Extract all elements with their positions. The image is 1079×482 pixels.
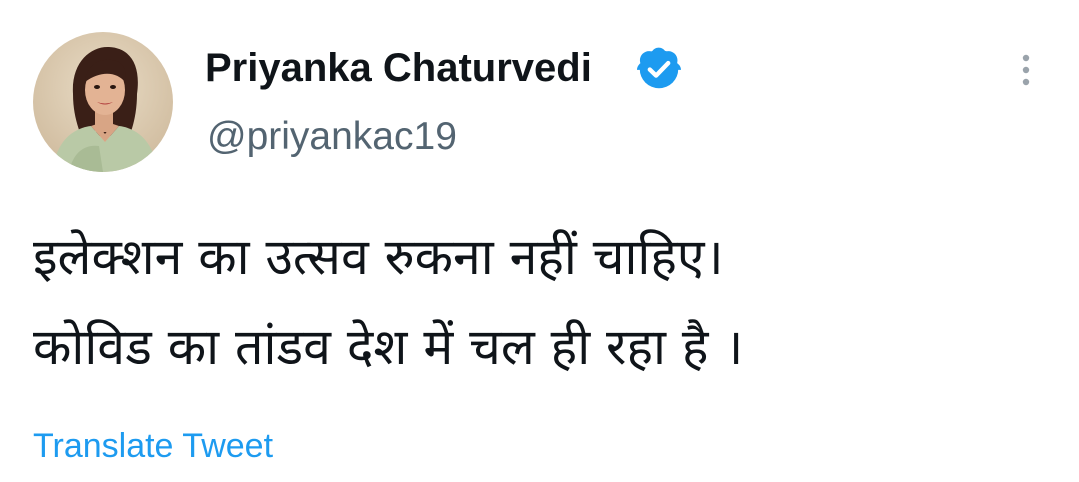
more-vertical-icon	[1022, 54, 1030, 86]
author-handle[interactable]: @priyankac19	[207, 114, 457, 160]
tweet-text-line: इलेक्शन का उत्सव रुकना नहीं चाहिए।	[33, 228, 724, 286]
avatar[interactable]	[33, 32, 173, 172]
tweet-text: इलेक्शन का उत्सव रुकना नहीं चाहिए। कोविड…	[33, 212, 1053, 392]
translate-tweet-link[interactable]: Translate Tweet	[33, 424, 273, 468]
tweet-card: Priyanka Chaturvedi @priyankac19 इलेक्शन…	[0, 0, 1079, 482]
author-display-name[interactable]: Priyanka Chaturvedi	[205, 44, 592, 92]
profile-photo	[33, 32, 173, 172]
tweet-text-line: कोविड का तांडव देश में चल ही रहा है ।	[33, 318, 744, 376]
verified-badge-icon	[637, 47, 681, 89]
more-options-button[interactable]	[1004, 44, 1048, 96]
